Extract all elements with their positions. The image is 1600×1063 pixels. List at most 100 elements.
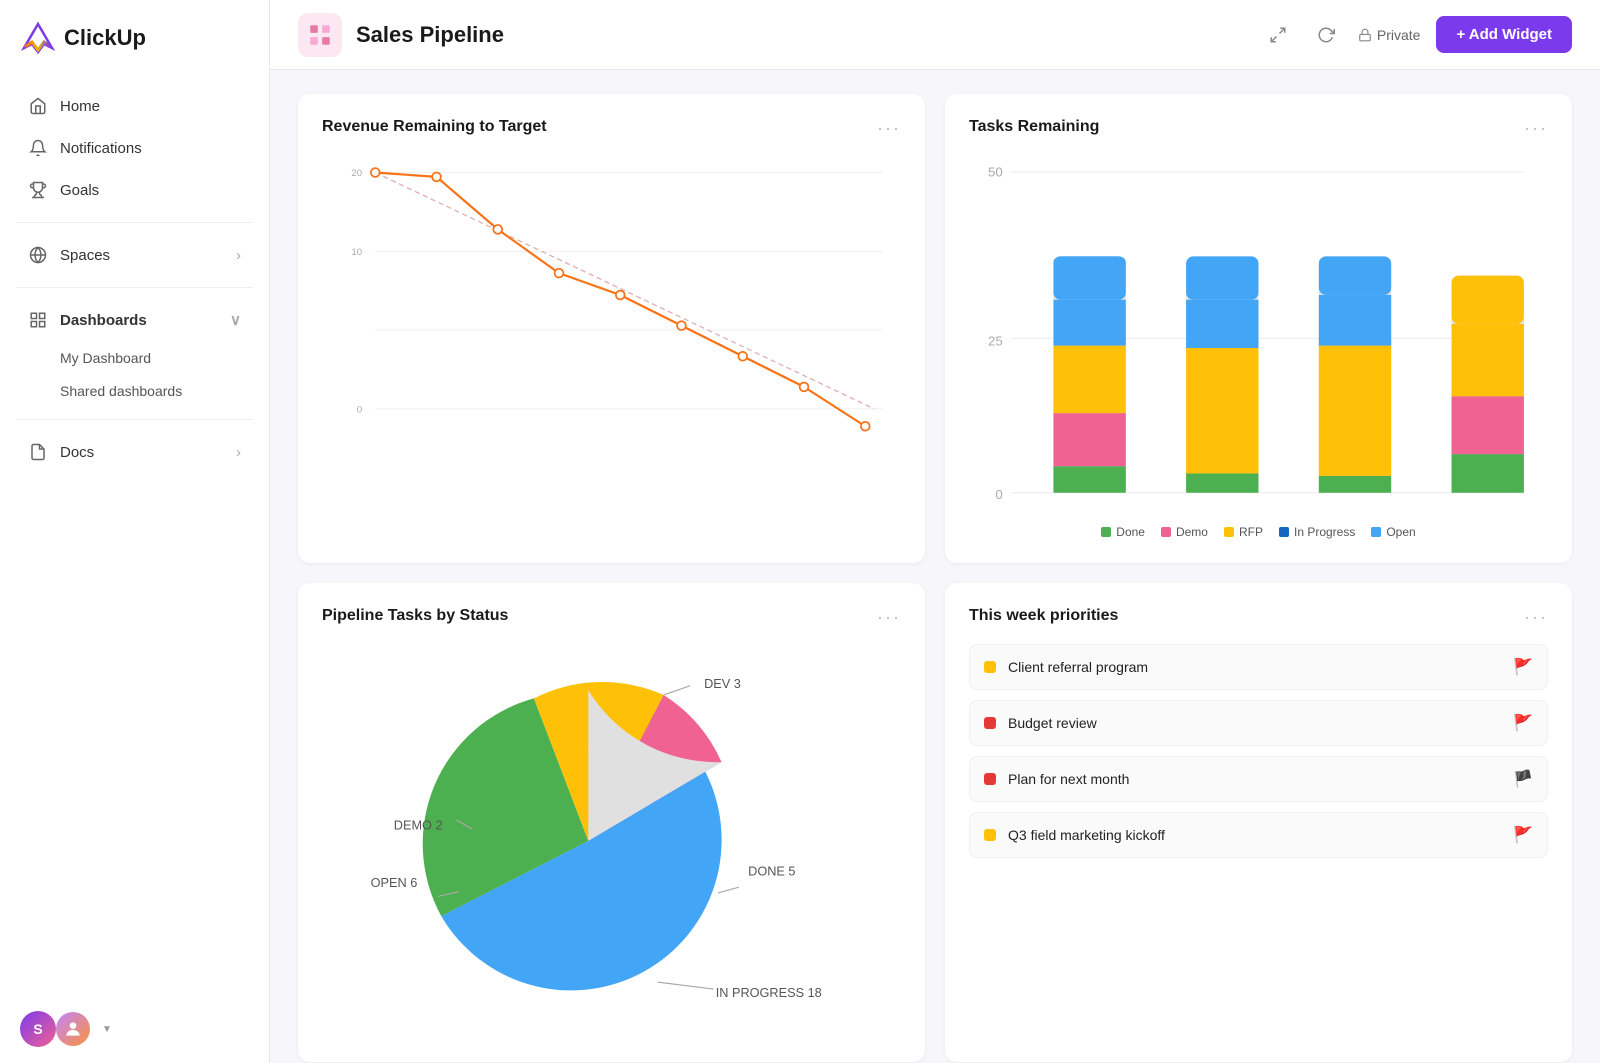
trophy-icon — [28, 180, 48, 200]
rfp-legend-dot — [1224, 527, 1234, 537]
nav-divider-3 — [16, 419, 253, 420]
expand-button[interactable] — [1262, 19, 1294, 51]
sidebar-item-spaces[interactable]: Spaces › — [8, 235, 261, 275]
goals-label: Goals — [60, 182, 99, 199]
nav-divider-1 — [16, 222, 253, 223]
priority-flag-0: 🚩 — [1513, 657, 1533, 677]
demo-legend-dot — [1161, 527, 1171, 537]
pie-chart-svg: DEV 3 DONE 5 IN PROGRESS 18 OPEN 6 DEMO … — [322, 644, 901, 1038]
sidebar-item-docs[interactable]: Docs › — [8, 432, 261, 472]
priority-flag-2: 🏴 — [1513, 769, 1533, 789]
sidebar-item-home[interactable]: Home — [8, 86, 261, 126]
demo-legend-label: Demo — [1176, 525, 1208, 539]
header-right: Private + Add Widget — [1262, 16, 1572, 53]
lock-icon — [1358, 28, 1372, 42]
priority-item-2[interactable]: Plan for next month 🏴 — [969, 756, 1548, 802]
priority-left-3: Q3 field marketing kickoff — [984, 827, 1165, 843]
priorities-widget: This week priorities ··· Client referral… — [945, 583, 1572, 1062]
priority-dot-0 — [984, 661, 996, 673]
legend-in-progress: In Progress — [1279, 525, 1355, 539]
open-legend-label: Open — [1386, 525, 1415, 539]
priority-flag-1: 🚩 — [1513, 713, 1533, 733]
add-widget-button[interactable]: + Add Widget — [1436, 16, 1572, 53]
sidebar-navigation: Home Notifications Goals Spaces › — [0, 76, 269, 995]
tasks-widget-header: Tasks Remaining ··· — [969, 118, 1548, 139]
legend-rfp: RFP — [1224, 525, 1263, 539]
bar-chart-legend: Done Demo RFP In Progress — [969, 525, 1548, 539]
priority-label-2: Plan for next month — [1008, 771, 1129, 787]
rfp-legend-label: RFP — [1239, 525, 1263, 539]
priority-dot-2 — [984, 773, 996, 785]
open-label: OPEN 6 — [371, 875, 418, 890]
docs-icon — [28, 442, 48, 462]
docs-label: Docs — [60, 444, 94, 461]
main-content: Sales Pipeline Private + Add Widget Reve… — [270, 0, 1600, 1063]
priority-label-3: Q3 field marketing kickoff — [1008, 827, 1165, 843]
home-label: Home — [60, 98, 100, 115]
priority-flag-3: 🚩 — [1513, 825, 1533, 845]
revenue-chart-area: 20 10 0 — [322, 155, 901, 539]
priority-item-1[interactable]: Budget review 🚩 — [969, 700, 1548, 746]
priority-left-2: Plan for next month — [984, 771, 1129, 787]
sidebar-item-dashboards[interactable]: Dashboards ∨ — [8, 300, 261, 340]
nav-divider-2 — [16, 287, 253, 288]
done-legend-label: Done — [1116, 525, 1145, 539]
pie-chart-area: DEV 3 DONE 5 IN PROGRESS 18 OPEN 6 DEMO … — [322, 644, 901, 1038]
priorities-widget-menu[interactable]: ··· — [1524, 607, 1548, 628]
svg-text:0: 0 — [995, 487, 1002, 502]
priority-label-1: Budget review — [1008, 715, 1097, 731]
legend-demo: Demo — [1161, 525, 1208, 539]
tasks-widget-title: Tasks Remaining — [969, 118, 1099, 136]
refresh-button[interactable] — [1310, 19, 1342, 51]
expand-icon — [1269, 26, 1287, 44]
sidebar-item-notifications[interactable]: Notifications — [8, 128, 261, 168]
dashboard-icon-box — [298, 13, 342, 57]
pipeline-widget-header: Pipeline Tasks by Status ··· — [322, 607, 901, 628]
priority-item-3[interactable]: Q3 field marketing kickoff 🚩 — [969, 812, 1548, 858]
sidebar-item-goals[interactable]: Goals — [8, 170, 261, 210]
dashboard-grid: Revenue Remaining to Target ··· 20 10 0 — [270, 70, 1600, 1063]
in-progress-label: IN PROGRESS 18 — [716, 985, 822, 1000]
revenue-widget: Revenue Remaining to Target ··· 20 10 0 — [298, 94, 925, 563]
sidebar-item-my-dashboard[interactable]: My Dashboard — [8, 342, 261, 374]
legend-open: Open — [1371, 525, 1415, 539]
done-legend-dot — [1101, 527, 1111, 537]
priority-left-0: Client referral program — [984, 659, 1148, 675]
open-legend-dot — [1371, 527, 1381, 537]
priorities-list: Client referral program 🚩 Budget review … — [969, 644, 1548, 1038]
page-header: Sales Pipeline Private + Add Widget — [270, 0, 1600, 70]
revenue-widget-menu[interactable]: ··· — [877, 118, 901, 139]
dev-label: DEV 3 — [704, 676, 741, 691]
in-progress-legend-dot — [1279, 527, 1289, 537]
dashboards-chevron-icon: ∨ — [230, 311, 241, 329]
avatar[interactable]: S — [20, 1011, 56, 1047]
refresh-icon — [1317, 26, 1335, 44]
avatar-photo[interactable] — [56, 1012, 90, 1046]
tasks-widget-menu[interactable]: ··· — [1524, 118, 1548, 139]
sidebar-item-shared-dashboards[interactable]: Shared dashboards — [8, 375, 261, 407]
svg-text:50: 50 — [988, 165, 1003, 180]
svg-text:25: 25 — [988, 334, 1003, 349]
svg-text:0: 0 — [357, 404, 362, 415]
user-chevron-icon[interactable]: ▼ — [102, 1024, 112, 1035]
notifications-label: Notifications — [60, 140, 142, 157]
bell-icon — [28, 138, 48, 158]
sidebar-footer: S ▼ — [0, 995, 269, 1063]
revenue-widget-title: Revenue Remaining to Target — [322, 118, 547, 136]
legend-done: Done — [1101, 525, 1145, 539]
svg-text:20: 20 — [351, 168, 362, 179]
avatar-initial: S — [33, 1021, 42, 1037]
app-logo[interactable]: ClickUp — [0, 0, 269, 76]
pipeline-widget-title: Pipeline Tasks by Status — [322, 607, 508, 625]
spaces-chevron-icon: › — [236, 247, 241, 264]
spaces-label: Spaces — [60, 247, 110, 264]
priority-label-0: Client referral program — [1008, 659, 1148, 675]
clickup-logo-icon — [20, 20, 56, 56]
pipeline-tasks-widget: Pipeline Tasks by Status ··· — [298, 583, 925, 1062]
private-label: Private — [1377, 27, 1421, 43]
priority-item-0[interactable]: Client referral program 🚩 — [969, 644, 1548, 690]
spaces-icon — [28, 245, 48, 265]
priority-dot-1 — [984, 717, 996, 729]
pipeline-widget-menu[interactable]: ··· — [877, 607, 901, 628]
docs-chevron-icon: › — [236, 444, 241, 461]
